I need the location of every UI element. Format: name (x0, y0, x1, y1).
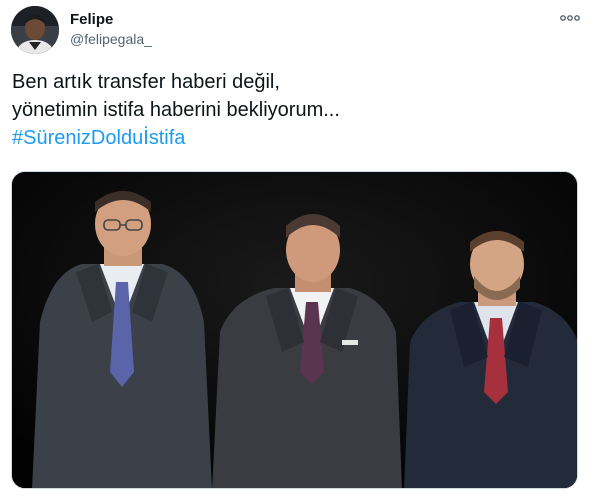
tweet-text: Ben artık transfer haberi değil, yönetim… (12, 68, 582, 152)
tweet-text-line: yönetimin istifa haberini bekliyorum... (12, 99, 340, 121)
photo-three-men-in-suits (12, 172, 577, 488)
more-options-button[interactable] (556, 6, 584, 30)
more-dots-icon (560, 15, 580, 21)
author-avatar[interactable] (11, 6, 59, 54)
author-display-name[interactable]: Felipe (70, 11, 113, 28)
tweet-text-line: Ben artık transfer haberi değil, (12, 71, 280, 93)
avatar-photo (11, 6, 59, 54)
hashtag-link[interactable]: #SürenizDolduİstifa (12, 124, 185, 152)
tweet-card[interactable]: Felipe @felipegala_ Ben artık transfer h… (0, 0, 595, 499)
author-handle[interactable]: @felipegala_ (70, 31, 152, 47)
tweet-media-image[interactable] (11, 171, 578, 489)
